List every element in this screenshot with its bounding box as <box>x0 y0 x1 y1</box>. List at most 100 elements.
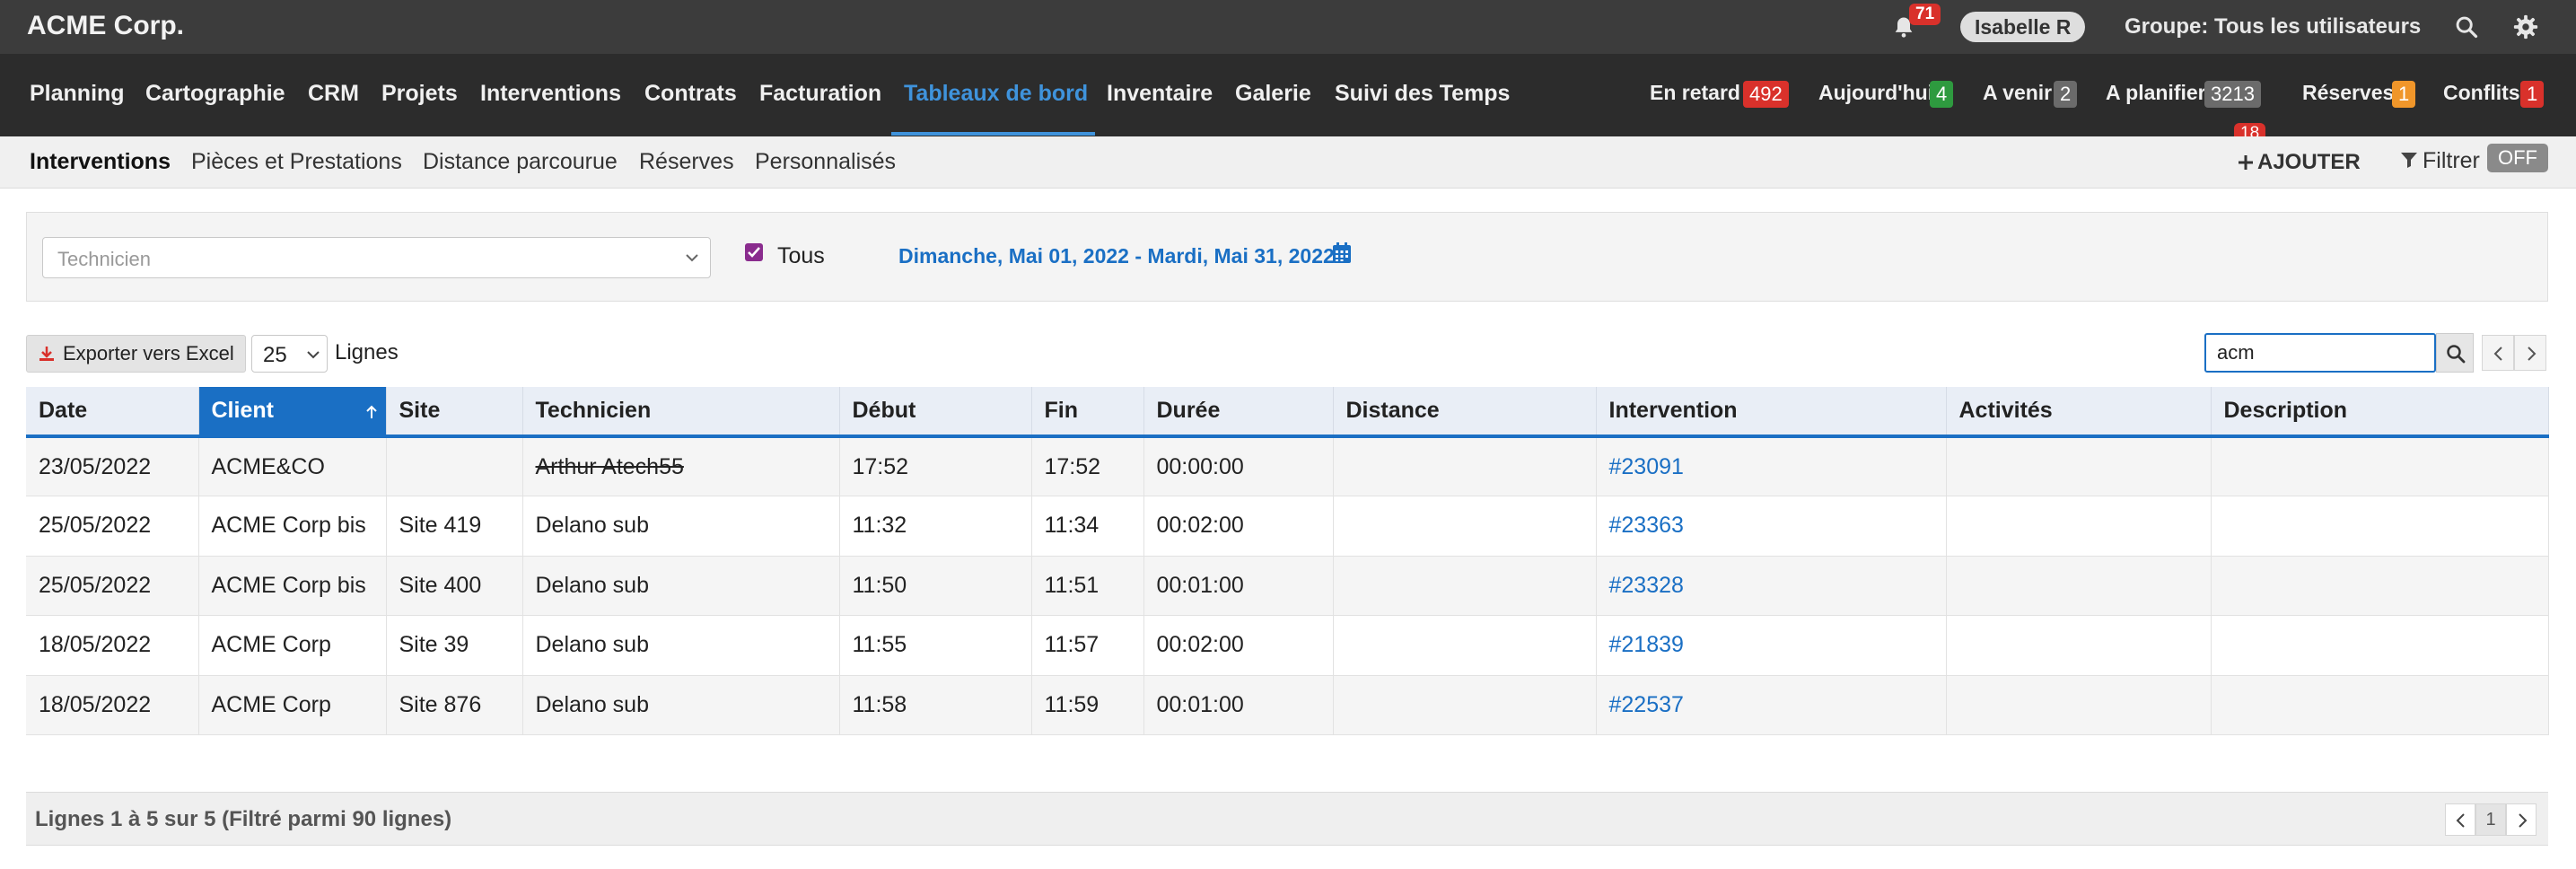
nav-suivi-des-temps[interactable]: Suivi des Temps <box>1335 81 1510 107</box>
chevron-left-icon <box>2456 813 2465 828</box>
cell-duree: 00:01:00 <box>1143 675 1334 735</box>
counter-a-planifier-label[interactable]: A planifier <box>2106 81 2206 105</box>
calendar-icon[interactable] <box>1331 241 1353 265</box>
nav-inventaire[interactable]: Inventaire <box>1107 81 1213 107</box>
intervention-link[interactable]: #23363 <box>1596 496 1947 557</box>
counter-conflits-label[interactable]: Conflits <box>2443 81 2520 105</box>
cell-duree: 00:02:00 <box>1143 496 1334 557</box>
chevron-right-icon <box>2519 813 2528 828</box>
col-debut[interactable]: Début <box>839 387 1032 438</box>
counter-a-venir-badge[interactable]: 2 <box>2054 81 2078 108</box>
nav-cartographie[interactable]: Cartographie <box>145 81 285 107</box>
col-distance[interactable]: Distance <box>1333 387 1597 438</box>
technician-select[interactable]: Technicien <box>42 237 711 278</box>
cell-debut: 11:50 <box>839 556 1032 616</box>
checkmark-icon <box>748 247 760 258</box>
table-row[interactable]: 25/05/2022 ACME Corp bis Site 400 Delano… <box>26 556 2549 616</box>
counter-reserves-label[interactable]: Réserves <box>2302 81 2394 105</box>
counter-reserves-badge[interactable]: 1 <box>2392 81 2416 108</box>
subtab-reserves[interactable]: Réserves <box>639 149 734 175</box>
table-header-row: Date Client Site Technicien Début Fin Du… <box>26 387 2549 438</box>
add-button[interactable]: AJOUTER <box>2238 150 2361 175</box>
group-selector[interactable]: Groupe: Tous les utilisateurs <box>2125 14 2421 40</box>
col-intervention[interactable]: Intervention <box>1596 387 1947 438</box>
cell-date: 18/05/2022 <box>26 615 199 676</box>
cell-fin: 11:59 <box>1031 675 1144 735</box>
cell-site: Site 400 <box>386 556 523 616</box>
counter-aujourdhui-label[interactable]: Aujourd'hui <box>1818 81 1933 105</box>
col-duree[interactable]: Durée <box>1143 387 1334 438</box>
filter-toggle[interactable]: OFF <box>2487 144 2548 172</box>
subtab-personnalises[interactable]: Personnalisés <box>755 149 896 175</box>
nav-galerie[interactable]: Galerie <box>1235 81 1311 107</box>
cell-date: 18/05/2022 <box>26 675 199 735</box>
intervention-link[interactable]: #21839 <box>1596 615 1947 676</box>
nav-contrats[interactable]: Contrats <box>644 81 737 107</box>
cell-technicien: Delano sub <box>522 496 840 557</box>
cell-date: 25/05/2022 <box>26 556 199 616</box>
cell-duree: 00:01:00 <box>1143 556 1334 616</box>
cell-client: ACME Corp bis <box>198 496 387 557</box>
counter-a-venir-label[interactable]: A venir <box>1983 81 2052 105</box>
col-date[interactable]: Date <box>26 387 199 438</box>
chevron-left-icon <box>2493 347 2502 361</box>
prev-page-button[interactable] <box>2482 335 2514 371</box>
intervention-link[interactable]: #23328 <box>1596 556 1947 616</box>
col-fin[interactable]: Fin <box>1031 387 1144 438</box>
user-menu[interactable]: Isabelle R <box>1960 12 2086 42</box>
col-site[interactable]: Site <box>386 387 523 438</box>
nav-tableaux-de-bord[interactable]: Tableaux de bord <box>904 81 1088 107</box>
nav-planning[interactable]: Planning <box>30 81 125 107</box>
table-row[interactable]: 23/05/2022 ACME&CO Arthur Atech55 17:52 … <box>26 436 2549 496</box>
brand-logo[interactable]: ACME Corp. <box>27 11 184 41</box>
counter-en-retard-badge[interactable]: 492 <box>1743 81 1789 108</box>
table-footer: Lignes 1 à 5 sur 5 (Filtré parmi 90 lign… <box>26 792 2548 846</box>
cell-technicien: Delano sub <box>522 556 840 616</box>
subtab-pieces-et-prestations[interactable]: Pièces et Prestations <box>191 149 402 175</box>
counter-conflits-badge[interactable]: 1 <box>2520 81 2545 108</box>
col-client[interactable]: Client <box>198 387 387 438</box>
cell-debut: 11:32 <box>839 496 1032 557</box>
footer-prev-button[interactable] <box>2445 803 2475 836</box>
date-range-picker[interactable]: Dimanche, Mai 01, 2022 - Mardi, Mai 31, … <box>898 244 1335 268</box>
cell-site: Site 39 <box>386 615 523 676</box>
filter-button[interactable]: Filtrer <box>2399 148 2480 174</box>
col-description[interactable]: Description <box>2211 387 2549 438</box>
table-search-button[interactable] <box>2436 333 2474 373</box>
counter-a-planifier-badge[interactable]: 3213 <box>2204 81 2261 108</box>
page-number-button[interactable]: 1 <box>2475 803 2506 836</box>
table-row[interactable]: 18/05/2022 ACME Corp Site 39 Delano sub … <box>26 615 2549 676</box>
all-checkbox[interactable] <box>745 243 763 261</box>
table-search-input[interactable] <box>2204 333 2436 373</box>
rows-per-page-select[interactable]: 25 <box>251 335 328 373</box>
search-icon[interactable] <box>2454 14 2479 40</box>
next-page-button[interactable] <box>2514 335 2546 371</box>
cell-fin: 11:57 <box>1031 615 1144 676</box>
counter-aujourdhui-badge[interactable]: 4 <box>1930 81 1954 108</box>
nav-facturation[interactable]: Facturation <box>759 81 881 107</box>
rows-per-page-value: 25 <box>263 343 287 367</box>
subtab-interventions[interactable]: Interventions <box>30 149 171 175</box>
cell-description <box>2211 675 2549 735</box>
export-excel-button[interactable]: Exporter vers Excel <box>26 335 246 373</box>
export-excel-label: Exporter vers Excel <box>63 342 234 364</box>
table-row[interactable]: 18/05/2022 ACME Corp Site 876 Delano sub… <box>26 675 2549 735</box>
cell-date: 23/05/2022 <box>26 436 199 496</box>
cell-duree: 00:02:00 <box>1143 615 1334 676</box>
gear-icon[interactable] <box>2512 13 2539 40</box>
nav-projets[interactable]: Projets <box>381 81 458 107</box>
table-row[interactable]: 25/05/2022 ACME Corp bis Site 419 Delano… <box>26 496 2549 557</box>
cell-description <box>2211 436 2549 496</box>
nav-crm[interactable]: CRM <box>308 81 359 107</box>
cell-debut: 17:52 <box>839 436 1032 496</box>
subtab-distance-parcourue[interactable]: Distance parcourue <box>423 149 618 175</box>
col-technicien[interactable]: Technicien <box>522 387 840 438</box>
counter-en-retard-label[interactable]: En retard <box>1650 81 1740 105</box>
col-activites[interactable]: Activités <box>1946 387 2212 438</box>
funnel-icon <box>2401 153 2417 168</box>
intervention-link[interactable]: #23091 <box>1596 436 1947 496</box>
nav-interventions[interactable]: Interventions <box>480 81 621 107</box>
intervention-link[interactable]: #22537 <box>1596 675 1947 735</box>
cell-technicien: Delano sub <box>522 615 840 676</box>
footer-next-button[interactable] <box>2506 803 2537 836</box>
